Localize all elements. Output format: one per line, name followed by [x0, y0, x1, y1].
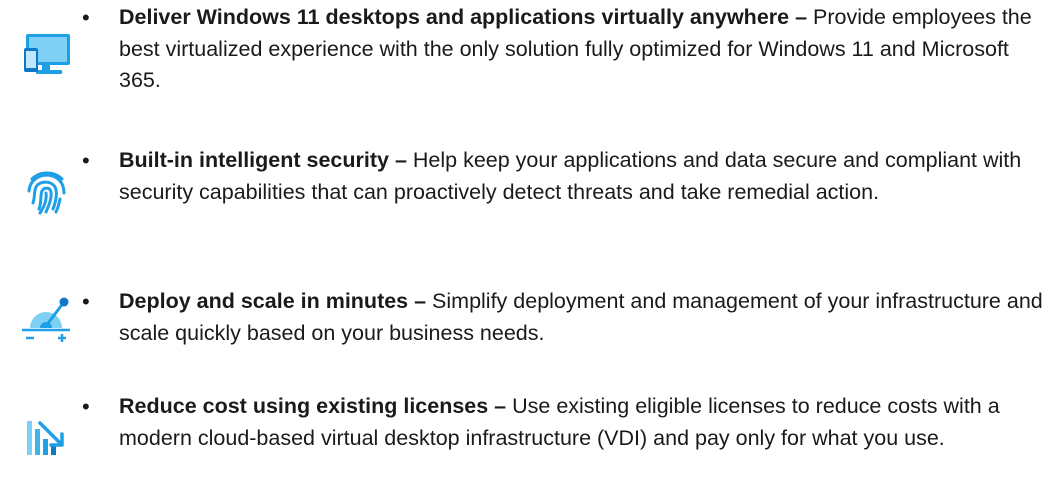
- feature-title: Built-in intelligent security –: [119, 148, 407, 172]
- desktop-devices-icon: [18, 24, 74, 80]
- bullet-marker: •: [82, 394, 90, 419]
- feature-description: Reduce cost using existing licenses – Us…: [119, 391, 1045, 454]
- feature-title: Deploy and scale in minutes –: [119, 289, 427, 313]
- bullet-marker: •: [82, 5, 90, 30]
- feature-description: Deliver Windows 11 desktops and applicat…: [119, 2, 1045, 97]
- feature-item-reduce-cost: • Reduce cost using existing licenses – …: [0, 391, 1055, 489]
- fingerprint-icon: [18, 163, 74, 219]
- feature-item-security: • Built-in intelligent security – Help k…: [0, 145, 1055, 245]
- feature-title: Reduce cost using existing licenses –: [119, 394, 507, 418]
- feature-item-deploy-scale: • Deploy and scale in minutes – Simplify…: [0, 286, 1055, 356]
- feature-item-virtual-desktops: • Deliver Windows 11 desktops and applic…: [0, 2, 1055, 102]
- feature-title: Deliver Windows 11 desktops and applicat…: [119, 5, 808, 29]
- feature-description: Built-in intelligent security – Help kee…: [119, 145, 1045, 208]
- bullet-marker: •: [82, 148, 90, 173]
- bullet-marker: •: [82, 289, 90, 314]
- scale-gauge-icon: [18, 288, 74, 344]
- feature-description: Deploy and scale in minutes – Simplify d…: [119, 286, 1045, 349]
- cost-reduction-chart-icon: [18, 407, 74, 463]
